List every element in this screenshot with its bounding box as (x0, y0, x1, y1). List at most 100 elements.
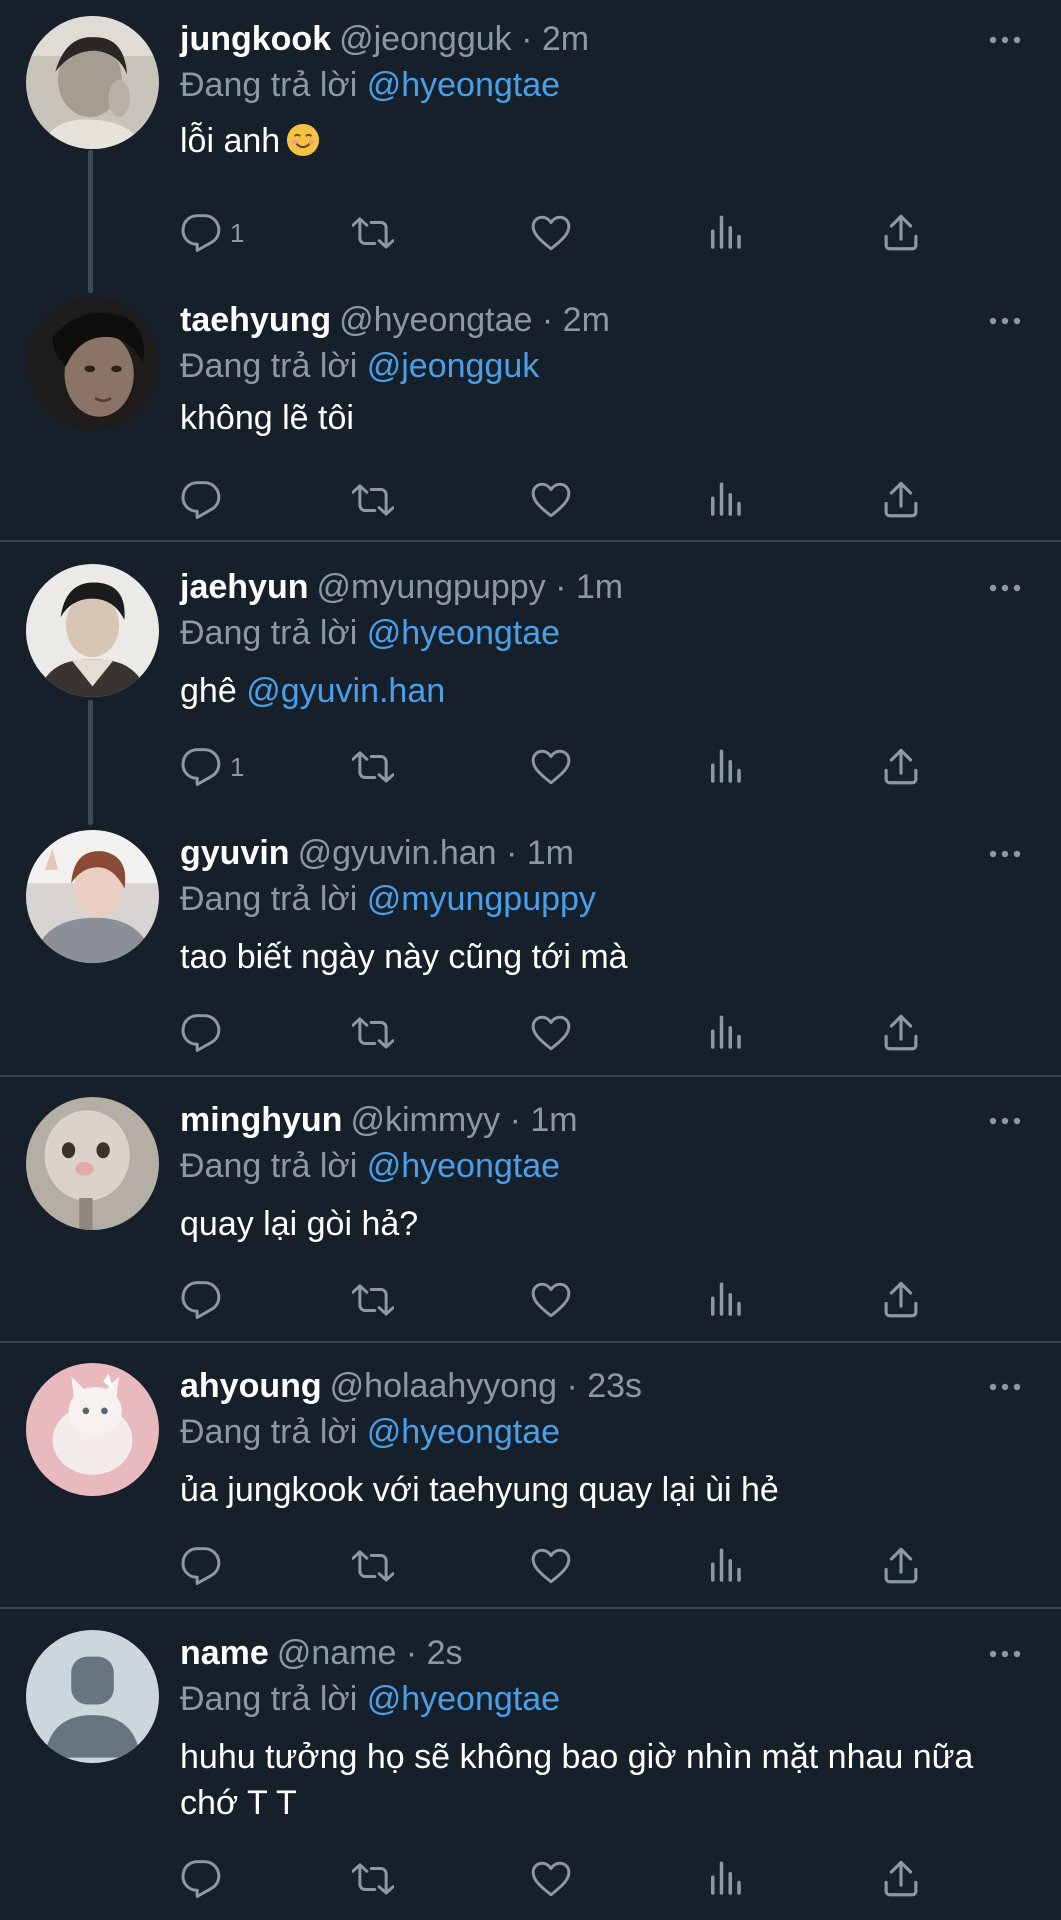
replying-to-label: Đang trả lời (180, 1680, 358, 1718)
analytics-icon (711, 1282, 741, 1316)
like-icon (531, 482, 571, 518)
like-button[interactable] (530, 742, 572, 792)
replying-to-mention[interactable]: @jeongguk (367, 347, 540, 385)
tweet-text-content: ghê (180, 672, 237, 710)
replying-to-mention[interactable]: @hyeongtae (367, 614, 560, 652)
handle-and-time[interactable]: @holaahyyong · 23s (330, 1367, 642, 1405)
tweet-text-content: không lẽ tôi (180, 399, 354, 437)
handle-and-time[interactable]: @gyuvin.han · 1m (298, 834, 574, 872)
replying-to: Đang trả lời @hyeongtae (180, 1143, 560, 1189)
replying-to: Đang trả lời @myungpuppy (180, 876, 596, 922)
tweet-header: jungkook @jeongguk · 2m (180, 16, 589, 62)
share-icon (884, 1860, 918, 1897)
tweet-text: không lẽ tôi (180, 395, 1000, 441)
share-button[interactable] (880, 208, 922, 258)
analytics-icon (711, 1548, 741, 1582)
share-button[interactable] (880, 1541, 922, 1591)
more-icon[interactable] (985, 844, 1025, 864)
thread-connector-line (88, 700, 93, 825)
like-button[interactable] (530, 475, 572, 525)
share-button[interactable] (880, 1008, 922, 1058)
tweet-header: ahyoung @holaahyyong · 23s (180, 1363, 642, 1409)
more-icon[interactable] (985, 1377, 1025, 1397)
reply-thread-page: jungkook @jeongguk · 2m Đang trả lời @hye… (0, 0, 1061, 1920)
replying-to-mention[interactable]: @hyeongtae (367, 1680, 560, 1718)
share-button[interactable] (880, 1275, 922, 1325)
replying-to-mention[interactable]: @hyeongtae (367, 1413, 560, 1451)
tweet-text-content: lỗi anh (180, 122, 281, 160)
like-button[interactable] (530, 1854, 572, 1904)
like-button[interactable] (530, 1008, 572, 1058)
display-name[interactable]: jungkook (180, 20, 331, 58)
body-mention[interactable]: @gyuvin.han (246, 672, 445, 710)
handle-and-time[interactable]: @jeongguk · 2m (339, 20, 589, 58)
tweet-text: lỗi anh (180, 118, 1000, 164)
retweet-icon (352, 1863, 394, 1895)
analytics-button[interactable] (704, 1541, 746, 1591)
display-name[interactable]: taehyung (180, 301, 331, 339)
like-button[interactable] (530, 1275, 572, 1325)
avatar[interactable] (26, 1630, 159, 1763)
replying-to-mention[interactable]: @myungpuppy (367, 880, 596, 918)
analytics-button[interactable] (704, 1854, 746, 1904)
analytics-button[interactable] (704, 475, 746, 525)
analytics-button[interactable] (704, 742, 746, 792)
more-icon[interactable] (985, 30, 1025, 50)
display-name[interactable]: jaehyun (180, 568, 308, 606)
retweet-button[interactable] (352, 1008, 394, 1058)
retweet-button[interactable] (352, 1275, 394, 1325)
tweet-actions: 1 (180, 208, 940, 258)
handle-and-time[interactable]: @kimmyy · 1m (350, 1101, 577, 1139)
retweet-button[interactable] (352, 1854, 394, 1904)
retweet-button[interactable] (352, 475, 394, 525)
handle-and-time[interactable]: @hyeongtae · 2m (339, 301, 610, 339)
retweet-button[interactable] (352, 742, 394, 792)
reply-icon (181, 1547, 221, 1585)
reply-button[interactable]: 1 (180, 742, 244, 792)
tweet-text: huhu tưởng họ sẽ không bao giờ nhìn mặt … (180, 1734, 1010, 1826)
share-button[interactable] (880, 475, 922, 525)
handle-and-time[interactable]: @name · 2s (277, 1634, 463, 1672)
tweet-text-content: tao biết ngày này cũng tới mà (180, 938, 628, 976)
display-name[interactable]: gyuvin (180, 834, 290, 872)
share-button[interactable] (880, 1854, 922, 1904)
reply-button[interactable] (180, 1275, 230, 1325)
like-icon (531, 1282, 571, 1318)
retweet-button[interactable] (352, 208, 394, 258)
like-button[interactable] (530, 208, 572, 258)
replying-to-mention[interactable]: @hyeongtae (367, 66, 560, 104)
display-name[interactable]: name (180, 1634, 269, 1672)
reply-button[interactable] (180, 1008, 230, 1058)
share-button[interactable] (880, 742, 922, 792)
tweet-header: taehyung @hyeongtae · 2m (180, 297, 610, 343)
more-icon[interactable] (985, 1644, 1025, 1664)
share-icon (884, 1014, 918, 1051)
tweet-header: name @name · 2s (180, 1630, 463, 1676)
more-icon[interactable] (985, 578, 1025, 598)
display-name[interactable]: minghyun (180, 1101, 342, 1139)
avatar[interactable] (26, 830, 159, 963)
avatar[interactable] (26, 1097, 159, 1230)
more-icon[interactable] (985, 311, 1025, 331)
avatar[interactable] (26, 1363, 159, 1496)
analytics-button[interactable] (704, 1275, 746, 1325)
replying-to-mention[interactable]: @hyeongtae (367, 1147, 560, 1185)
analytics-button[interactable] (704, 208, 746, 258)
tweet-text-content: huhu tưởng họ sẽ không bao giờ nhìn mặt … (180, 1738, 974, 1822)
avatar[interactable] (26, 16, 159, 149)
reply-button[interactable] (180, 1541, 230, 1591)
display-name[interactable]: ahyoung (180, 1367, 322, 1405)
retweet-icon (352, 217, 394, 249)
analytics-button[interactable] (704, 1008, 746, 1058)
avatar[interactable] (26, 297, 159, 430)
reply-button[interactable]: 1 (180, 208, 244, 258)
handle-and-time[interactable]: @myungpuppy · 1m (316, 568, 623, 606)
like-button[interactable] (530, 1541, 572, 1591)
retweet-icon (352, 484, 394, 516)
avatar[interactable] (26, 564, 159, 697)
retweet-button[interactable] (352, 1541, 394, 1591)
reply-button[interactable] (180, 1854, 230, 1904)
retweet-icon (352, 1017, 394, 1049)
more-icon[interactable] (985, 1111, 1025, 1131)
reply-button[interactable] (180, 475, 230, 525)
